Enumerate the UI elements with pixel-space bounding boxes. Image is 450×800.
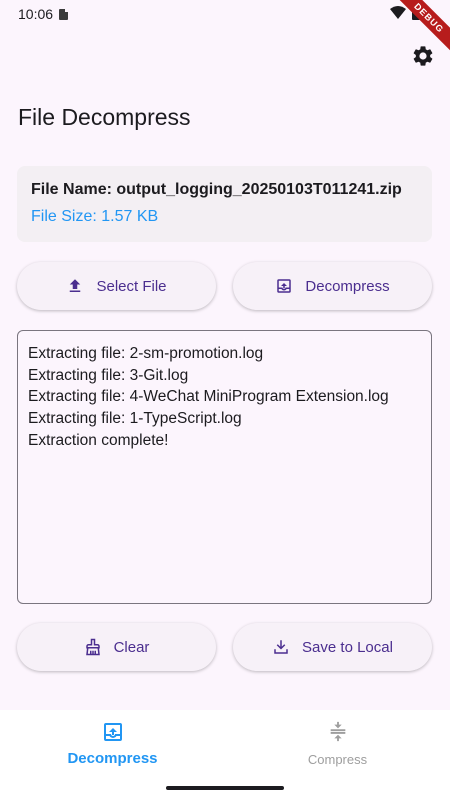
file-name-label: File Name: — [31, 181, 117, 198]
wifi-icon — [390, 6, 406, 19]
file-info-card: File Name: output_logging_20250103T01124… — [17, 166, 432, 242]
status-time: 10:06 — [18, 6, 54, 22]
log-line: Extracting file: 3-Git.log — [28, 366, 189, 384]
unarchive-icon — [275, 277, 293, 295]
decompress-label: Decompress — [305, 277, 390, 295]
unarchive-icon — [103, 723, 122, 741]
settings-button[interactable] — [411, 44, 435, 68]
page-title: File Decompress — [18, 104, 191, 130]
save-to-local-label: Save to Local — [302, 638, 393, 656]
status-bar: 10:06 DEBUG — [0, 0, 450, 55]
log-line: Extraction complete! — [28, 431, 169, 449]
home-indicator[interactable] — [166, 786, 284, 790]
upload-icon — [66, 277, 84, 295]
file-name-row: File Name: output_logging_20250103T01124… — [31, 181, 418, 199]
clear-button[interactable]: Clear — [17, 623, 216, 671]
log-output[interactable]: Extracting file: 2-sm-promotion.log Extr… — [17, 330, 432, 604]
compress-icon — [330, 721, 345, 742]
log-line: Extracting file: 4-WeChat MiniProgram Ex… — [28, 388, 389, 406]
clear-label: Clear — [113, 638, 150, 656]
file-name-value: output_logging_20250103T011241.zip — [116, 181, 402, 198]
decompress-button[interactable]: Decompress — [233, 262, 432, 310]
select-file-button[interactable]: Select File — [17, 262, 216, 310]
download-icon — [272, 638, 290, 656]
file-size: File Size: 1.57 KB — [31, 208, 159, 225]
broom-icon — [84, 638, 102, 656]
log-line: Extracting file: 2-sm-promotion.log — [28, 345, 264, 362]
sd-card-icon — [59, 8, 69, 20]
save-to-local-button[interactable]: Save to Local — [233, 623, 432, 671]
gear-icon — [413, 46, 433, 66]
log-line: Extracting file: 1-TypeScript.log — [28, 410, 242, 428]
select-file-label: Select File — [96, 277, 167, 295]
nav-label-decompress: Decompress — [67, 750, 158, 767]
nav-label-compress: Compress — [307, 752, 368, 767]
